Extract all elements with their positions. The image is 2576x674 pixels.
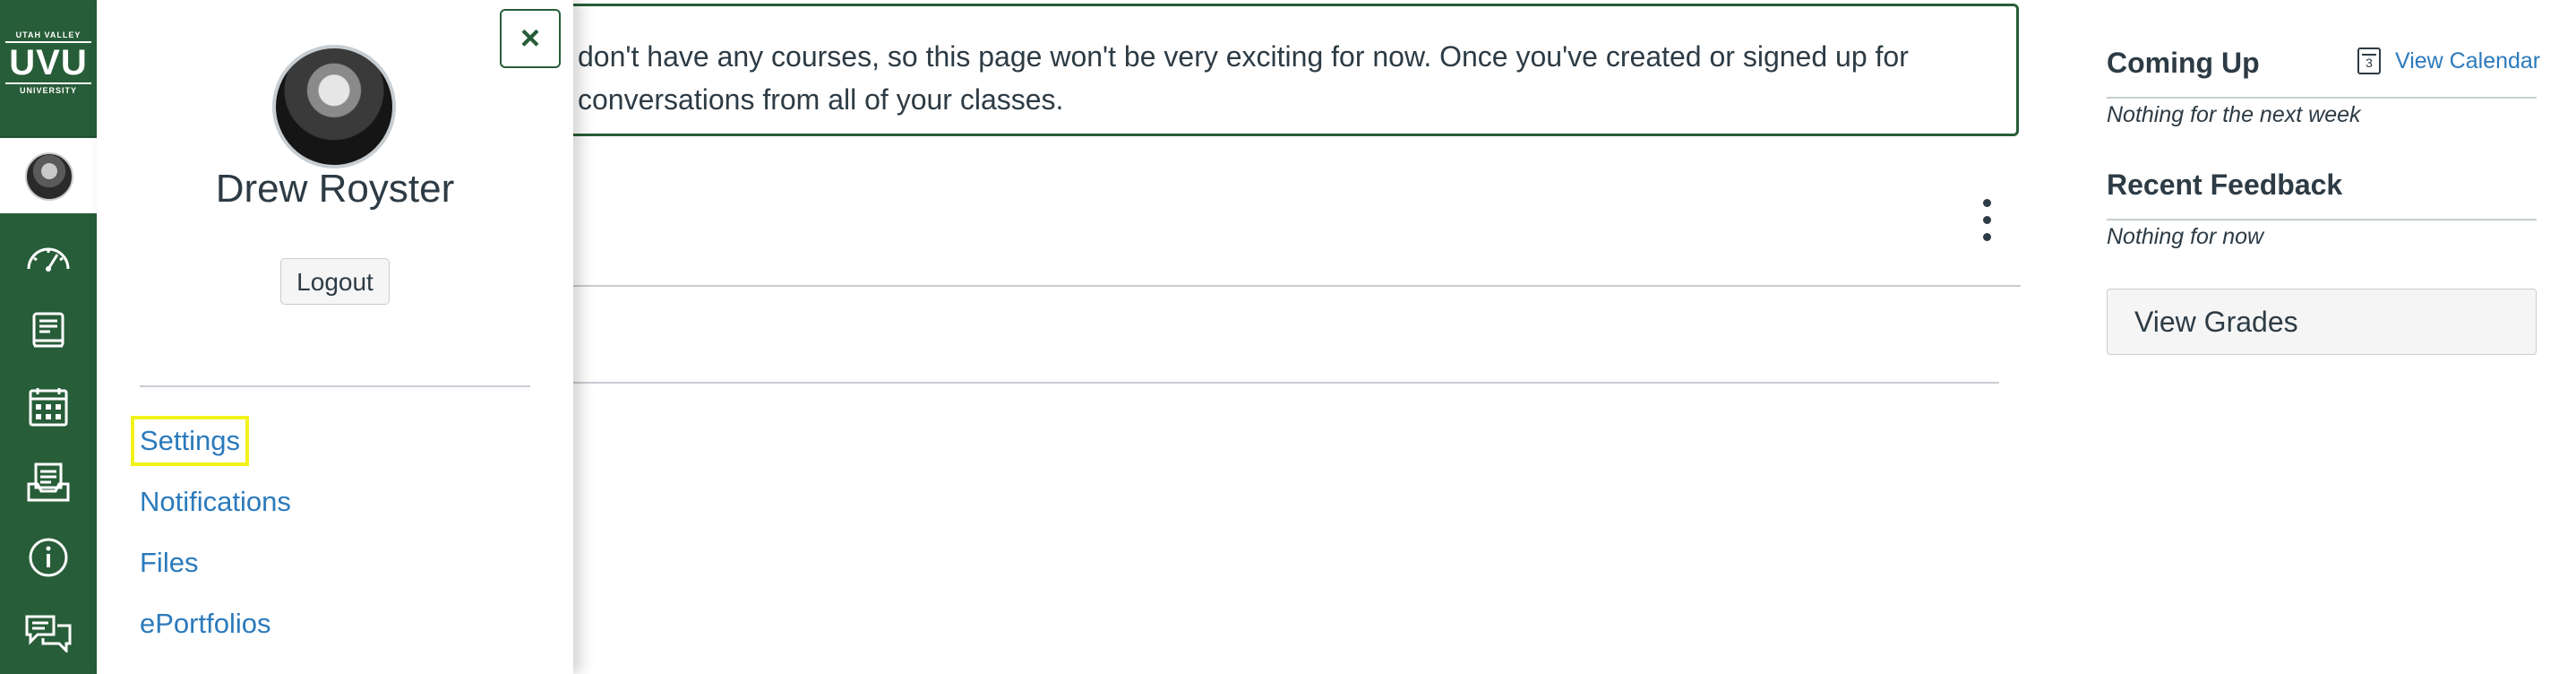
nav-item-dashboard[interactable] (0, 219, 97, 294)
logo-top-text: UTAH VALLEY (5, 30, 91, 43)
info-circle-icon (29, 538, 68, 577)
divider (2107, 97, 2537, 99)
divider (140, 385, 530, 387)
inbox-tray-icon (27, 462, 70, 502)
user-name: Drew Royster (215, 167, 455, 211)
settings-link[interactable]: Settings (130, 416, 250, 466)
nav-item-commons[interactable] (0, 595, 97, 670)
nav-item-courses[interactable] (0, 294, 97, 369)
files-link[interactable]: Files (140, 547, 198, 579)
nav-item-calendar[interactable] (0, 369, 97, 445)
uvu-logo-mark: UTAH VALLEY UVU UNIVERSITY (5, 30, 91, 106)
notice-line-2: conversations from all of your classes. (578, 83, 1064, 116)
uvu-logo[interactable]: UTAH VALLEY UVU UNIVERSITY (0, 0, 97, 137)
calendar-icon: 3 (2357, 48, 2381, 74)
logo-mid-text: UVU (9, 43, 88, 82)
notifications-link[interactable]: Notifications (140, 486, 291, 518)
nav-item-inbox[interactable] (0, 445, 97, 520)
chat-bubbles-icon (25, 615, 72, 652)
global-nav: UTAH VALLEY UVU UNIVERSITY (0, 0, 97, 674)
nav-item-account[interactable] (0, 138, 97, 213)
view-calendar-link[interactable]: 3 View Calendar (2357, 45, 2540, 77)
profile-avatar[interactable] (272, 45, 396, 168)
recent-feedback-empty-text: Nothing for now (2107, 224, 2264, 249)
logo-bottom-text: UNIVERSITY (5, 82, 91, 95)
dashboard-options-kebab-icon[interactable] (1976, 199, 1997, 249)
notice-line-1: don't have any courses, so this page won… (578, 40, 1909, 73)
avatar (25, 152, 73, 201)
notice-text: don't have any courses, so this page won… (578, 35, 1975, 121)
calendar-grid-icon (29, 388, 68, 427)
recent-feedback-heading: Recent Feedback (2107, 168, 2343, 201)
view-calendar-label: View Calendar (2395, 48, 2541, 73)
speedometer-icon (27, 247, 70, 272)
eportfolios-link[interactable]: ePortfolios (140, 608, 270, 640)
view-grades-button[interactable]: View Grades (2107, 289, 2537, 355)
divider (502, 382, 1999, 384)
logout-button[interactable]: Logout (280, 258, 390, 305)
divider (502, 285, 2021, 287)
coming-up-empty-text: Nothing for the next week (2107, 102, 2361, 127)
coming-up-heading: Coming Up (2107, 47, 2260, 79)
close-icon: × (519, 19, 541, 57)
no-courses-notice: don't have any courses, so this page won… (502, 4, 2019, 136)
divider (2107, 219, 2537, 220)
nav-item-help[interactable] (0, 520, 97, 595)
book-icon (32, 312, 64, 348)
account-tray: × Drew Royster Logout Settings Notificat… (97, 0, 573, 674)
close-tray-button[interactable]: × (500, 9, 561, 68)
